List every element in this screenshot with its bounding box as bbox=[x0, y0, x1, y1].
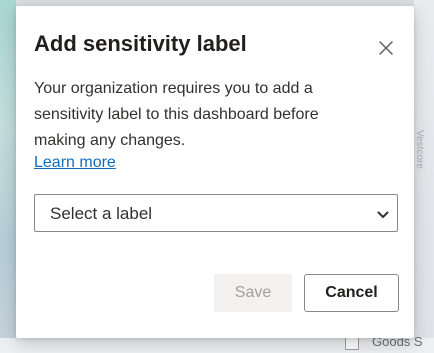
dialog-title: Add sensitivity label bbox=[34, 31, 247, 56]
background-bottom-strip bbox=[0, 338, 434, 353]
sensitivity-label-dialog: Add sensitivity label Your organization … bbox=[16, 6, 414, 338]
dialog-message: Your organization requires you to add a … bbox=[34, 80, 319, 149]
map-visual-right bbox=[414, 0, 434, 353]
save-button[interactable]: Save bbox=[214, 274, 292, 312]
close-button[interactable] bbox=[372, 34, 400, 62]
cancel-button[interactable]: Cancel bbox=[304, 274, 399, 312]
close-icon bbox=[378, 40, 394, 56]
sensitivity-label-select[interactable]: Select a label bbox=[34, 194, 398, 232]
background-side-text: Vestcore bbox=[414, 130, 425, 169]
chevron-down-icon bbox=[377, 208, 389, 220]
map-visual-left bbox=[0, 0, 16, 353]
learn-more-link[interactable]: Learn more bbox=[34, 152, 116, 174]
select-value: Select a label bbox=[50, 204, 153, 223]
background-checkbox bbox=[345, 336, 359, 350]
